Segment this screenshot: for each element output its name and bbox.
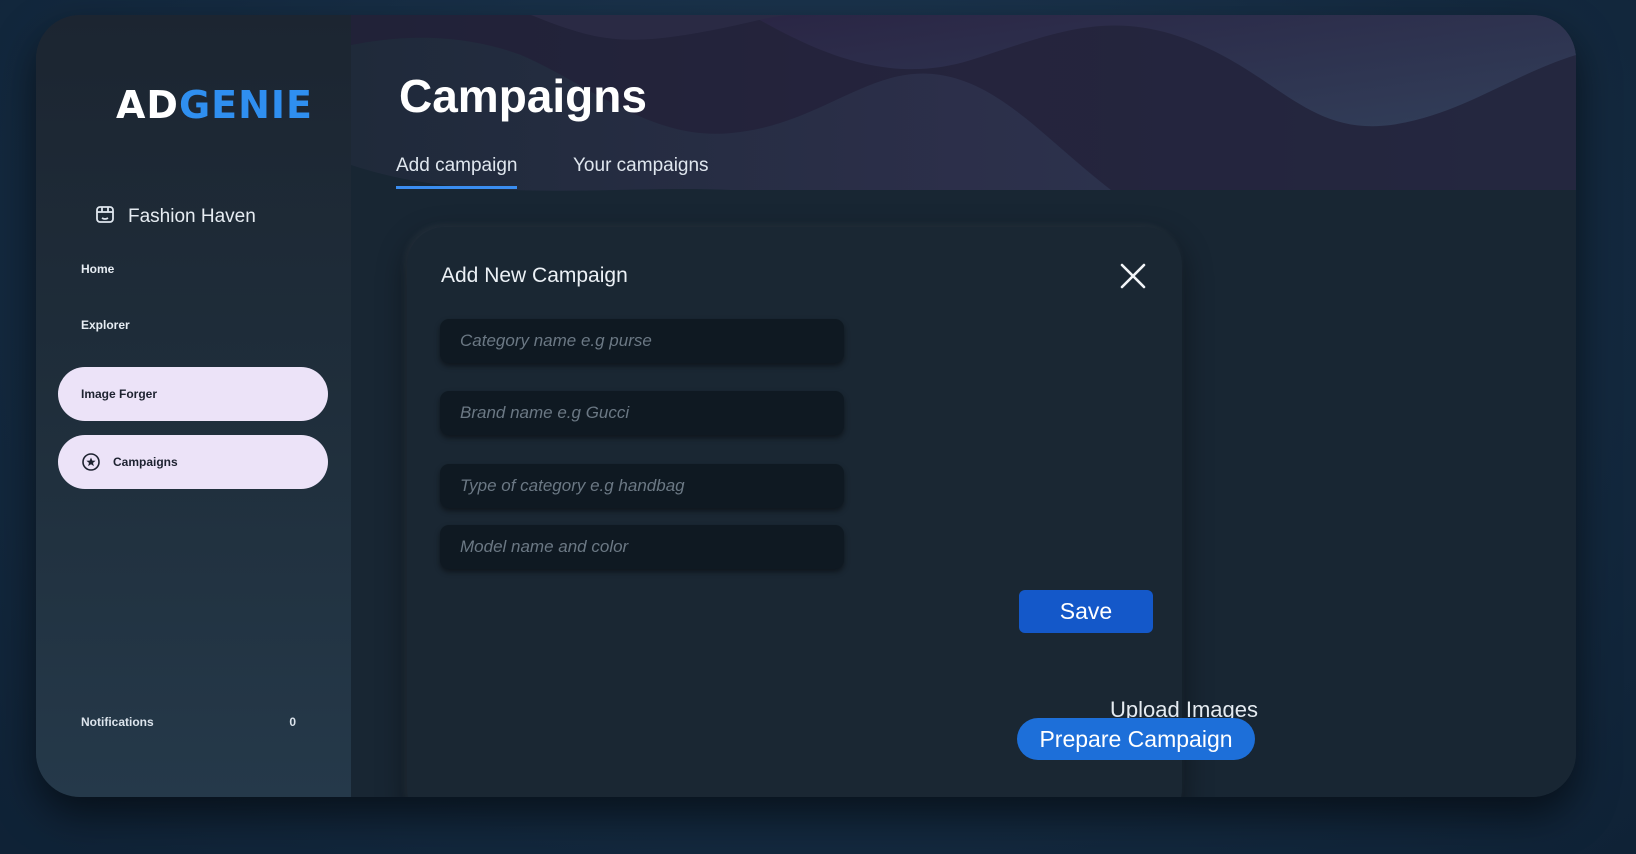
- star-circle-icon: [81, 452, 101, 472]
- app-logo: ADGENIE: [116, 83, 313, 127]
- tab-your-campaigns[interactable]: Your campaigns: [573, 155, 709, 186]
- store-selector[interactable]: Fashion Haven: [94, 203, 256, 231]
- tab-add-campaign[interactable]: Add campaign: [396, 155, 518, 189]
- modal-title: Add New Campaign: [441, 264, 628, 287]
- app-window: ADGENIE Fashion Haven Home Explorer Imag…: [36, 15, 1576, 797]
- sidebar-item-image-forger[interactable]: Image Forger: [58, 367, 328, 421]
- category-name-field[interactable]: [440, 319, 844, 363]
- prepare-campaign-button[interactable]: Prepare Campaign: [1017, 718, 1255, 760]
- category-type-field[interactable]: [440, 464, 844, 508]
- sidebar: ADGENIE Fashion Haven Home Explorer Imag…: [36, 15, 351, 797]
- logo-accent: GENIE: [178, 83, 314, 127]
- sidebar-item-label: Explorer: [81, 318, 130, 332]
- sidebar-item-label: Campaigns: [113, 455, 178, 469]
- store-name: Fashion Haven: [128, 206, 256, 227]
- notifications-label: Notifications: [81, 715, 154, 729]
- notifications[interactable]: Notifications 0: [81, 715, 296, 729]
- sidebar-item-home[interactable]: Home: [58, 242, 328, 296]
- main-content: Campaigns Add campaign Your campaigns Ad…: [351, 15, 1576, 797]
- model-name-color-field[interactable]: [440, 525, 844, 569]
- notifications-count: 0: [289, 715, 296, 729]
- brand-name-field[interactable]: [440, 391, 844, 435]
- add-campaign-modal: Add New Campaign Save: [407, 227, 1182, 797]
- sidebar-item-label: Image Forger: [81, 387, 158, 401]
- page-title: Campaigns: [399, 70, 647, 122]
- sidebar-item-explorer[interactable]: Explorer: [58, 298, 328, 352]
- sidebar-item-label: Home: [81, 262, 115, 276]
- sidebar-item-campaigns[interactable]: Campaigns: [58, 435, 328, 489]
- close-icon[interactable]: [1116, 259, 1150, 293]
- save-button[interactable]: Save: [1019, 590, 1153, 633]
- logo-main: AD: [116, 83, 179, 127]
- store-icon: [94, 203, 116, 231]
